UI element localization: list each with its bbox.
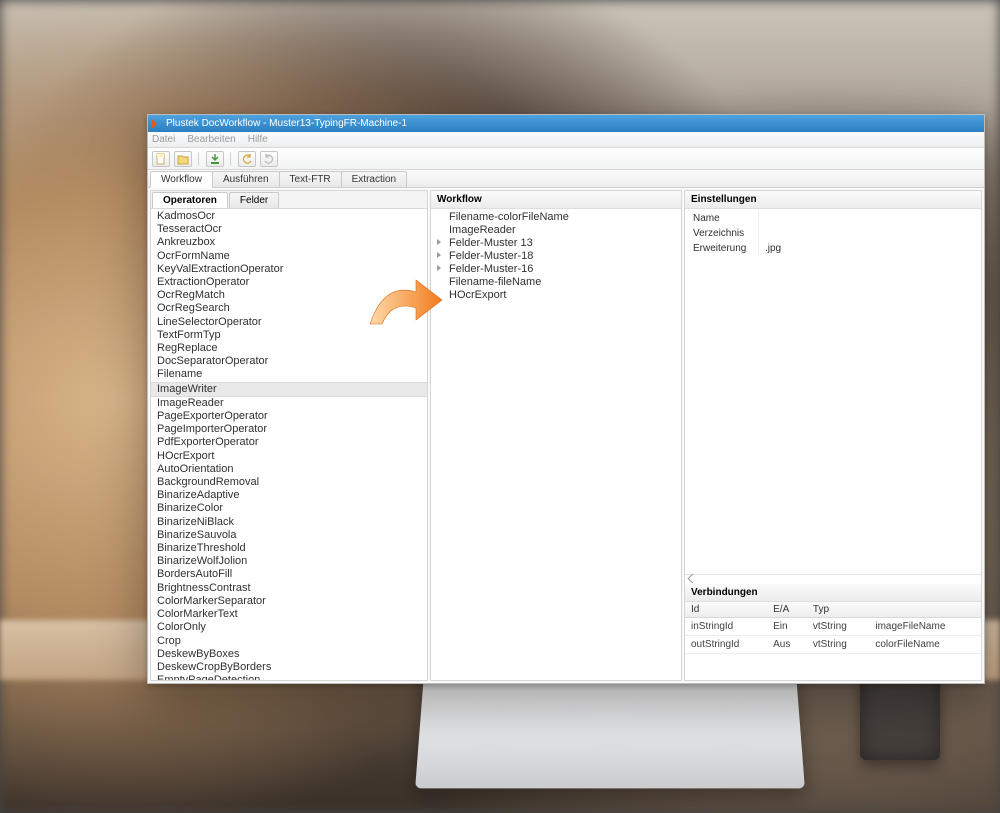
save-icon[interactable] bbox=[206, 151, 224, 167]
list-item[interactable]: AutoOrientation bbox=[151, 463, 427, 476]
list-item[interactable]: OcrRegMatch bbox=[151, 289, 427, 302]
list-item[interactable]: Ankreuzbox bbox=[151, 236, 427, 249]
table-row[interactable]: outStringIdAusvtStringcolorFileName bbox=[685, 636, 981, 654]
list-item[interactable]: PageImporterOperator bbox=[151, 423, 427, 436]
tabstrip: Workflow Ausführen Text-FTR Extraction bbox=[148, 170, 984, 188]
tree-item[interactable]: Felder-Muster-16 bbox=[431, 263, 681, 276]
list-item[interactable]: ImageReader bbox=[151, 397, 427, 410]
menu-bearbeiten[interactable]: Bearbeiten bbox=[187, 134, 235, 145]
setting-row[interactable]: Erweiterung.jpg bbox=[685, 241, 981, 256]
subtab-felder[interactable]: Felder bbox=[229, 192, 279, 208]
caret-right-icon[interactable] bbox=[437, 252, 441, 258]
undo-icon[interactable] bbox=[238, 151, 256, 167]
list-item[interactable]: TextFormTyp bbox=[151, 329, 427, 342]
list-item[interactable]: ExtractionOperator bbox=[151, 276, 427, 289]
toolbar bbox=[148, 148, 984, 170]
workflow-tree[interactable]: Filename-colorFileNameImageReaderFelder-… bbox=[431, 209, 681, 680]
list-item[interactable]: BinarizeSauvola bbox=[151, 529, 427, 542]
new-file-icon[interactable] bbox=[152, 151, 170, 167]
list-item[interactable]: ColorOnly bbox=[151, 621, 427, 634]
app-window: Plustek DocWorkflow - Muster13-TypingFR-… bbox=[147, 114, 985, 684]
list-item[interactable]: ColorMarkerSeparator bbox=[151, 595, 427, 608]
workflow-header: Workflow bbox=[431, 191, 681, 209]
list-item[interactable]: EmptyPageDetection bbox=[151, 674, 427, 680]
tree-item[interactable]: HOcrExport bbox=[431, 289, 681, 302]
list-item[interactable]: BackgroundRemoval bbox=[151, 476, 427, 489]
settings-grid: NameVerzeichnisErweiterung.jpg bbox=[685, 209, 981, 394]
redo-icon[interactable] bbox=[260, 151, 278, 167]
workflow-panel: Workflow Filename-colorFileNameImageRead… bbox=[430, 190, 682, 681]
tree-item[interactable]: Filename-fileName bbox=[431, 276, 681, 289]
open-folder-icon[interactable] bbox=[174, 151, 192, 167]
operators-panel: Operatoren Felder KadmosOcrTesseractOcrA… bbox=[150, 190, 428, 681]
connections-table: IdE/ATyp inStringIdEinvtStringimageFileN… bbox=[685, 602, 981, 654]
tab-ausfuehren[interactable]: Ausführen bbox=[212, 171, 280, 187]
app-logo-icon bbox=[152, 119, 162, 129]
table-header[interactable] bbox=[869, 602, 981, 618]
list-item[interactable]: Crop bbox=[151, 635, 427, 648]
menubar: Datei Bearbeiten Hilfe bbox=[148, 132, 984, 148]
scroll-left-icon[interactable] bbox=[685, 574, 981, 582]
list-item[interactable]: TesseractOcr bbox=[151, 223, 427, 236]
list-item[interactable]: ColorMarkerText bbox=[151, 608, 427, 621]
tab-text-ftr[interactable]: Text-FTR bbox=[279, 171, 342, 187]
tree-item[interactable]: ImageReader bbox=[431, 224, 681, 237]
menu-datei[interactable]: Datei bbox=[152, 134, 175, 145]
list-item[interactable]: Filename bbox=[151, 368, 427, 381]
menu-hilfe[interactable]: Hilfe bbox=[248, 134, 268, 145]
tab-extraction[interactable]: Extraction bbox=[341, 171, 407, 187]
window-title: Plustek DocWorkflow - Muster13-TypingFR-… bbox=[166, 118, 407, 129]
caret-right-icon[interactable] bbox=[437, 265, 441, 271]
right-panel: Einstellungen NameVerzeichnisErweiterung… bbox=[684, 190, 982, 681]
list-item[interactable]: KeyValExtractionOperator bbox=[151, 263, 427, 276]
setting-row[interactable]: Verzeichnis bbox=[685, 226, 981, 241]
list-item[interactable]: RegReplace bbox=[151, 342, 427, 355]
list-item[interactable]: KadmosOcr bbox=[151, 210, 427, 223]
list-item[interactable]: DocSeparatorOperator bbox=[151, 355, 427, 368]
list-item[interactable]: BinarizeAdaptive bbox=[151, 489, 427, 502]
table-header[interactable]: Id bbox=[685, 602, 767, 618]
list-item[interactable]: LineSelectorOperator bbox=[151, 316, 427, 329]
list-item[interactable]: BinarizeNiBlack bbox=[151, 516, 427, 529]
list-item[interactable]: BinarizeWolfJolion bbox=[151, 555, 427, 568]
setting-row[interactable]: Name bbox=[685, 211, 981, 226]
list-item[interactable]: BordersAutoFill bbox=[151, 568, 427, 581]
list-item[interactable]: BrightnessContrast bbox=[151, 582, 427, 595]
connections-header: Verbindungen bbox=[685, 584, 981, 602]
settings-header: Einstellungen bbox=[685, 191, 981, 209]
subtab-operatoren[interactable]: Operatoren bbox=[152, 192, 228, 208]
list-item[interactable]: HOcrExport bbox=[151, 450, 427, 463]
tree-item[interactable]: Felder-Muster-18 bbox=[431, 250, 681, 263]
list-item[interactable]: PdfExporterOperator bbox=[151, 436, 427, 449]
tree-item[interactable]: Filename-colorFileName bbox=[431, 211, 681, 224]
tree-item[interactable]: Felder-Muster 13 bbox=[431, 237, 681, 250]
list-item[interactable]: OcrFormName bbox=[151, 250, 427, 263]
list-item[interactable]: PageExporterOperator bbox=[151, 410, 427, 423]
list-item[interactable]: DeskewCropByBorders bbox=[151, 661, 427, 674]
tab-workflow[interactable]: Workflow bbox=[150, 171, 213, 188]
table-row[interactable]: inStringIdEinvtStringimageFileName bbox=[685, 618, 981, 636]
table-header[interactable]: E/A bbox=[767, 602, 807, 618]
operators-list[interactable]: KadmosOcrTesseractOcrAnkreuzboxOcrFormNa… bbox=[151, 209, 427, 680]
table-header[interactable]: Typ bbox=[807, 602, 869, 618]
list-item[interactable]: BinarizeColor bbox=[151, 502, 427, 515]
list-item[interactable]: DeskewByBoxes bbox=[151, 648, 427, 661]
list-item[interactable]: OcrRegSearch bbox=[151, 302, 427, 315]
titlebar[interactable]: Plustek DocWorkflow - Muster13-TypingFR-… bbox=[148, 115, 984, 132]
caret-right-icon[interactable] bbox=[437, 239, 441, 245]
list-item[interactable]: ImageWriter bbox=[151, 382, 427, 397]
list-item[interactable]: BinarizeThreshold bbox=[151, 542, 427, 555]
